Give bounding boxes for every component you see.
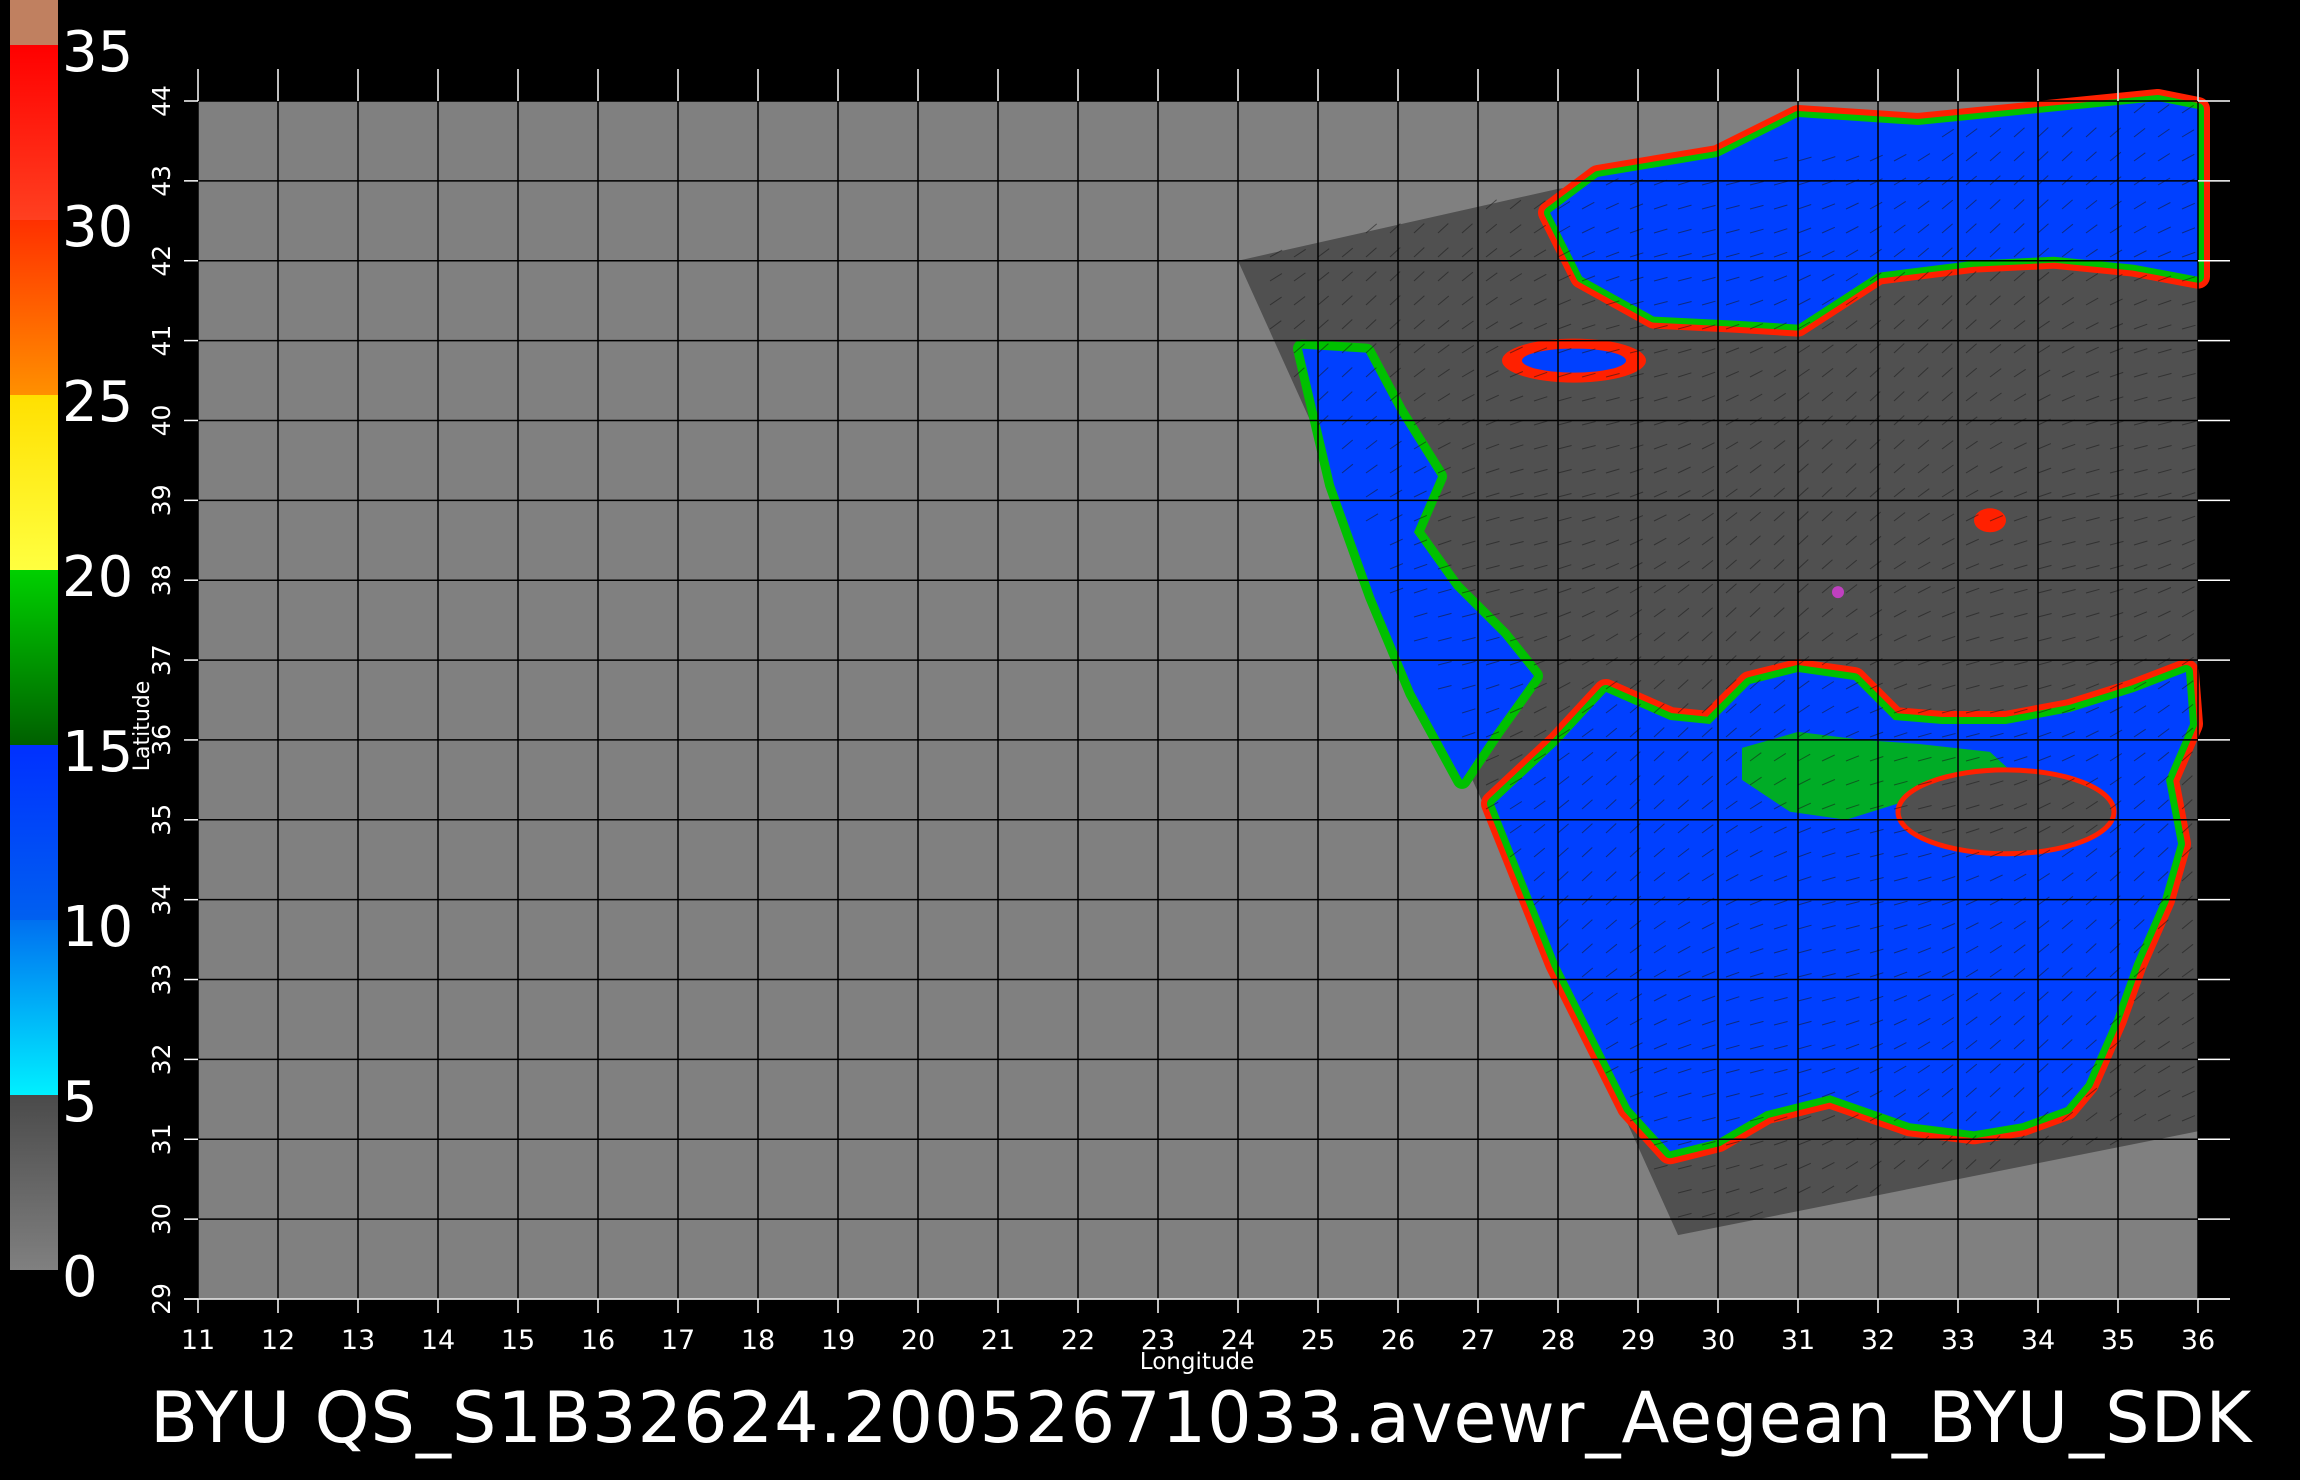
longitude-tick-label: 15 — [501, 1325, 535, 1356]
product-caption: BYU QS_S1B32624.20052671033.avewr_Aegean… — [150, 1377, 2253, 1459]
colorbar-tick-label: 0 — [62, 1245, 98, 1310]
longitude-tick-label: 12 — [261, 1325, 295, 1356]
longitude-tick-label: 25 — [1301, 1325, 1335, 1356]
colorbar-segments — [10, 0, 58, 1270]
longitude-tick-label: 31 — [1781, 1325, 1815, 1356]
longitude-tick-label: 20 — [901, 1325, 935, 1356]
longitude-tick-label: 28 — [1541, 1325, 1575, 1356]
longitude-tick-label: 13 — [341, 1325, 375, 1356]
colorbar-segment — [10, 745, 58, 920]
latitude-tick-label: 37 — [147, 644, 176, 676]
colorbar-tick-label: 10 — [62, 895, 133, 960]
colorbar-tick-label: 15 — [62, 720, 133, 785]
longitude-tick-label: 11 — [181, 1325, 215, 1356]
colorbar-segment — [10, 1095, 58, 1270]
colorbar: 0 5 10 15 20 25 30 35 — [10, 0, 133, 1310]
inland-wind-spot — [1832, 586, 1844, 599]
latitude-tick-label: 38 — [147, 564, 176, 596]
colorbar-segment — [10, 395, 58, 570]
colorbar-segment — [10, 570, 58, 745]
colorbar-tick-label: 20 — [62, 545, 133, 610]
inland-wind-spot — [1974, 508, 2006, 533]
colorbar-tick-label: 30 — [62, 195, 133, 260]
longitude-tick-label: 19 — [821, 1325, 855, 1356]
latitude-tick-label: 29 — [147, 1283, 176, 1315]
latitude-tick-label: 31 — [147, 1123, 176, 1155]
latitude-tick-label: 44 — [147, 85, 176, 117]
longitude-tick-label: 30 — [1701, 1325, 1735, 1356]
colorbar-segment — [10, 45, 58, 220]
latitude-tick-label: 39 — [147, 484, 176, 516]
map-panel: 11 12 13 14 15 16 17 18 19 20 21 22 23 24 25 26 27 28 29 30… — [130, 69, 2230, 1375]
longitude-tick-label: 27 — [1461, 1325, 1495, 1356]
longitude-tick-label: 35 — [2101, 1325, 2135, 1356]
longitude-tick-label: 18 — [741, 1325, 775, 1356]
colorbar-segment — [10, 0, 58, 45]
longitude-tick-label: 32 — [1861, 1325, 1895, 1356]
latitude-tick-label: 41 — [147, 325, 176, 357]
latitude-tick-label: 40 — [147, 405, 176, 437]
longitude-tick-label: 21 — [981, 1325, 1015, 1356]
longitude-tick-label: 17 — [661, 1325, 695, 1356]
longitude-tick-label: 14 — [421, 1325, 455, 1356]
latitude-tick-label: 30 — [147, 1203, 176, 1235]
longitude-tick-label: 34 — [2021, 1325, 2055, 1356]
latitude-tick-label: 43 — [147, 165, 176, 197]
longitude-tick-label: 36 — [2181, 1325, 2215, 1356]
y-axis-label: Latitude — [130, 681, 155, 772]
latitude-tick-label: 42 — [147, 245, 176, 277]
latitude-tick-label: 35 — [147, 804, 176, 836]
latitude-tick-label: 32 — [147, 1043, 176, 1075]
longitude-tick-label: 29 — [1621, 1325, 1655, 1356]
cyprus-island — [1895, 767, 2117, 857]
longitude-tick-label: 16 — [581, 1325, 615, 1356]
longitude-tick-label: 22 — [1061, 1325, 1095, 1356]
colorbar-segment — [10, 920, 58, 1095]
colorbar-segment — [10, 220, 58, 395]
latitude-tick-label: 33 — [147, 964, 176, 996]
colorbar-tick-label: 5 — [62, 1070, 98, 1135]
colorbar-tick-label: 35 — [62, 20, 133, 85]
latitude-tick-label: 34 — [147, 884, 176, 916]
wind-map-figure: 0 5 10 15 20 25 30 35 11 12 13 14 15 16 17 18 1… — [10, 0, 2230, 1375]
colorbar-tick-label: 25 — [62, 370, 133, 435]
colorbar-ticks: 0 5 10 15 20 25 30 35 — [62, 20, 133, 1310]
longitude-tick-label: 33 — [1941, 1325, 1975, 1356]
longitude-tick-label: 26 — [1381, 1325, 1415, 1356]
